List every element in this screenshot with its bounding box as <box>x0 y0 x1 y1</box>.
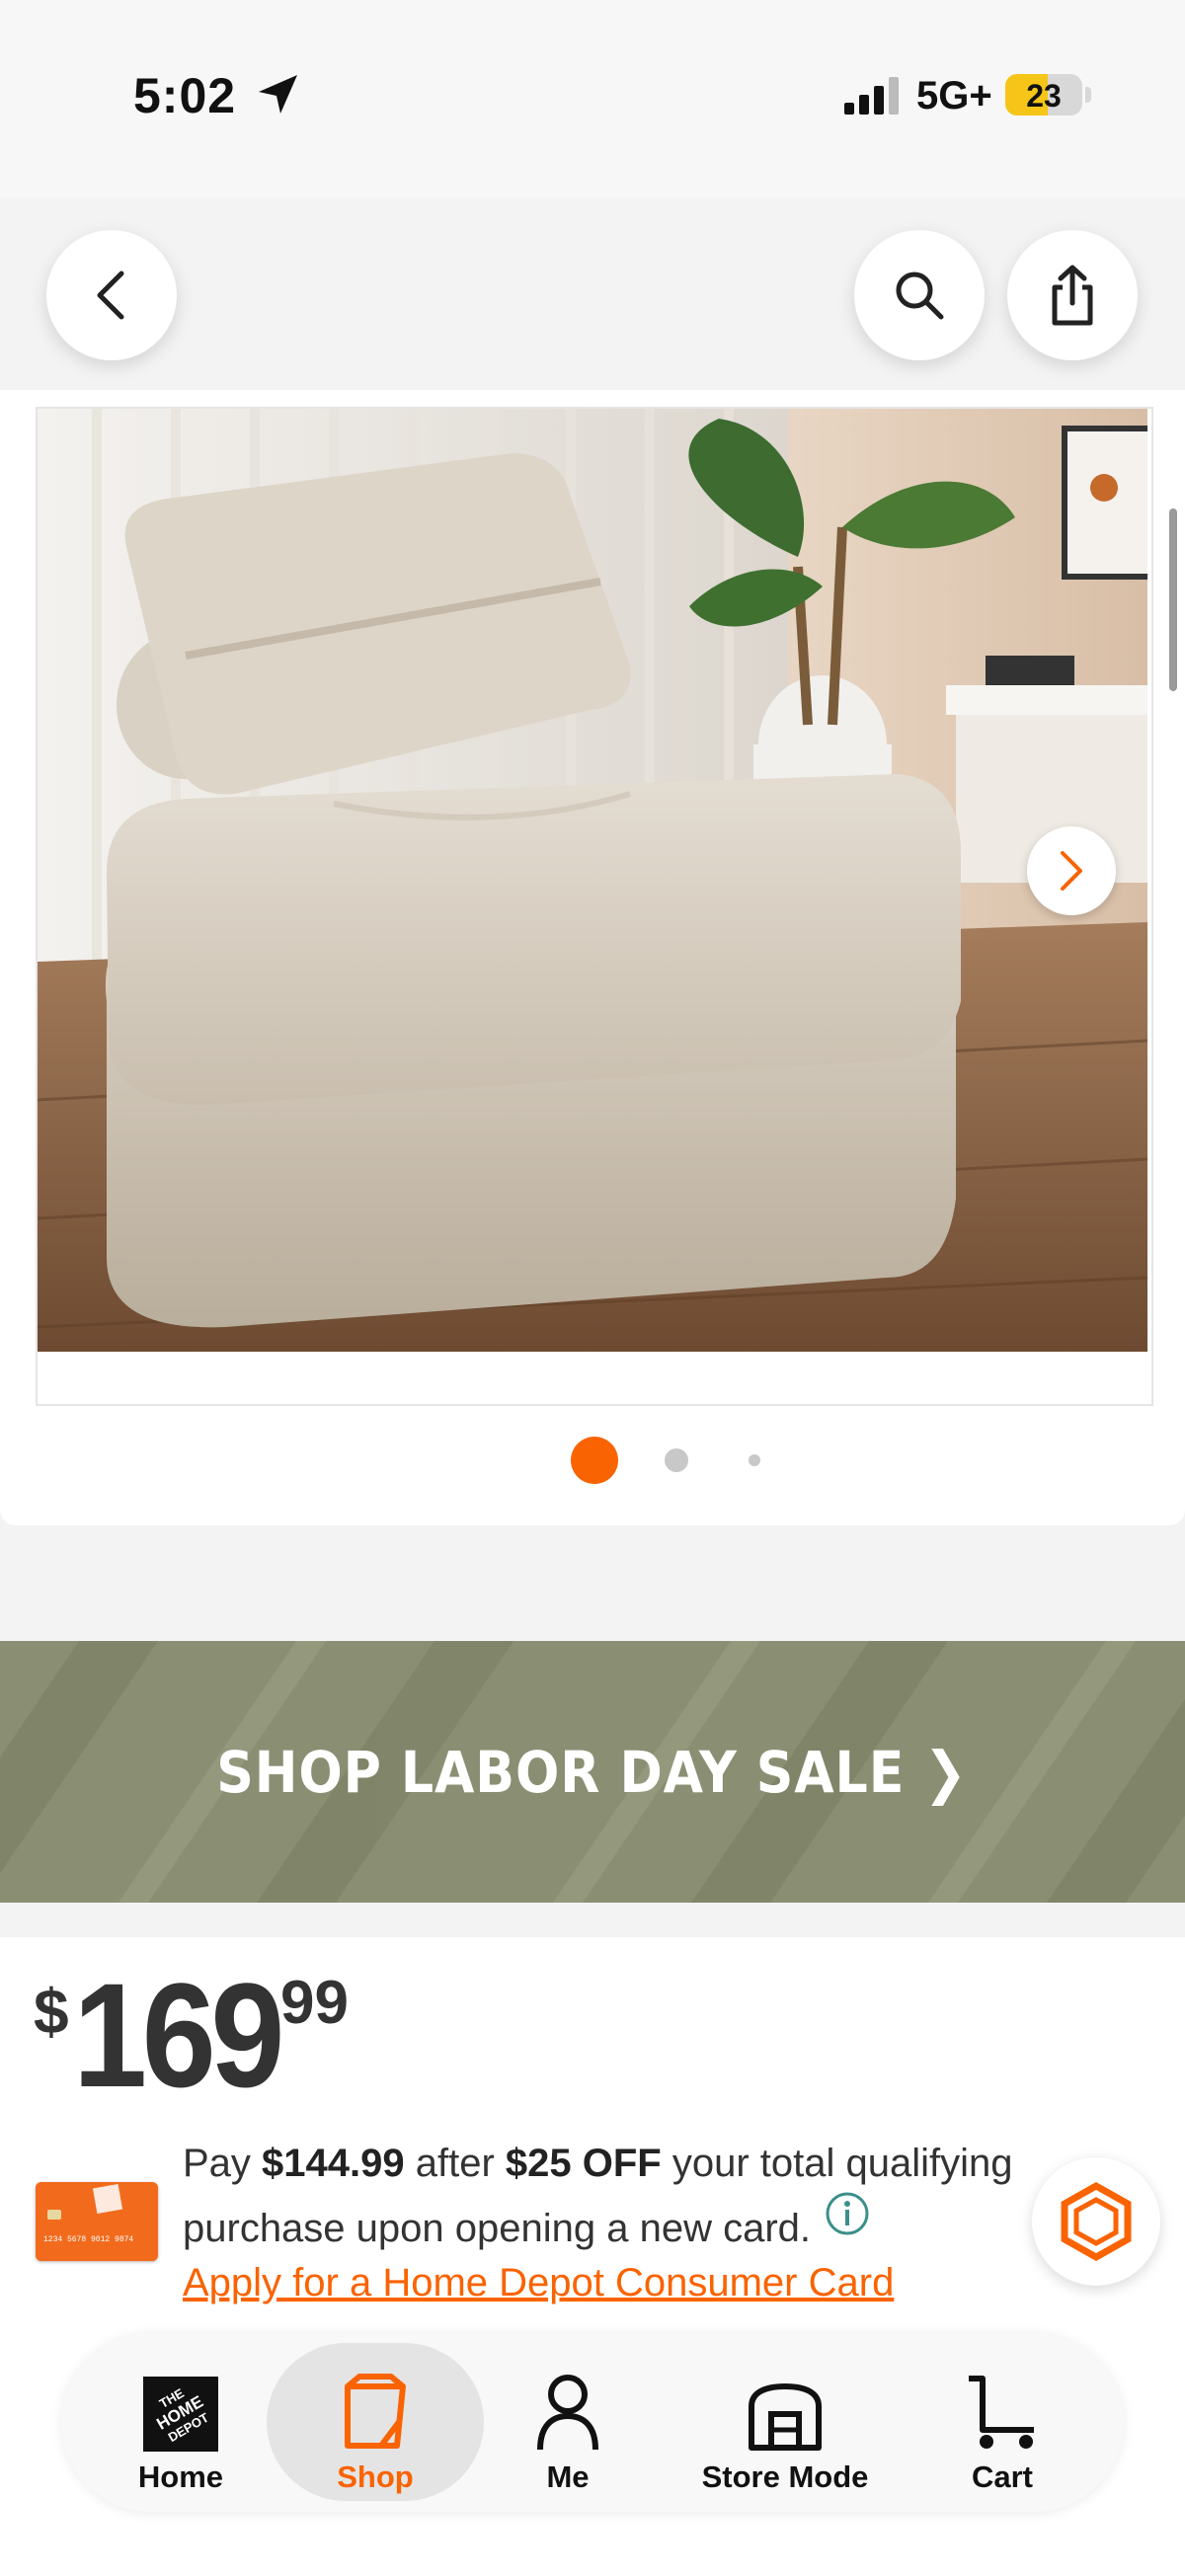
shop-bag-icon <box>345 2374 406 2449</box>
chevron-right-icon <box>1061 851 1082 891</box>
back-button[interactable] <box>46 230 177 360</box>
card-offer-text: Pay $144.99 after $25 OFF your total qua… <box>183 2131 1111 2261</box>
price-dollars: 169 <box>73 1952 284 2118</box>
network-type: 5G+ <box>916 74 992 117</box>
gallery-dot[interactable] <box>749 1454 760 1466</box>
tab-cart-label: Cart <box>971 2459 1033 2494</box>
share-icon <box>1052 265 1093 326</box>
gallery-dot[interactable] <box>665 1448 688 1472</box>
status-time: 5:02 <box>133 68 237 123</box>
product-image[interactable] <box>38 409 1147 1352</box>
gallery-next-button[interactable] <box>1027 826 1116 915</box>
labor-day-sale-banner[interactable]: SHOP LABOR DAY SALE ❯ <box>0 1641 1185 1903</box>
battery-icon: 23 <box>1005 74 1082 116</box>
tab-cart[interactable]: Cart <box>943 2343 1062 2501</box>
tab-home[interactable]: THE HOME DEPOT Home <box>117 2343 245 2501</box>
chat-assistant-button[interactable] <box>1032 2157 1160 2286</box>
location-arrow-icon <box>259 75 297 114</box>
scroll-indicator <box>1169 508 1177 691</box>
home-depot-logo-icon: THE HOME DEPOT <box>143 2377 218 2452</box>
tab-me[interactable]: Me <box>514 2343 622 2501</box>
tab-shop[interactable]: Shop <box>267 2343 484 2501</box>
search-button[interactable] <box>854 230 985 360</box>
credit-card-image: 1234 5678 9012 9874 <box>36 2182 158 2261</box>
offer-discount: $25 OFF <box>505 2142 662 2185</box>
hexagon-assistant-icon <box>1061 2182 1132 2261</box>
tab-me-label: Me <box>546 2459 590 2494</box>
price-cents: 99 <box>280 1969 349 2037</box>
signal-icon <box>844 77 899 115</box>
tab-store-mode[interactable]: Store Mode <box>681 2343 889 2501</box>
battery-level: 23 <box>1026 78 1062 114</box>
chevron-left-icon <box>97 271 124 320</box>
offer-after: after <box>404 2142 506 2185</box>
offer-pay-amount: $144.99 <box>262 2142 405 2185</box>
offer-pay-prefix: Pay <box>183 2142 263 2185</box>
person-icon <box>537 2375 598 2451</box>
apply-card-link[interactable]: Apply for a Home Depot Consumer Card <box>183 2261 894 2305</box>
banner-text: SHOP LABOR DAY SALE ❯ <box>216 1738 969 1806</box>
share-button[interactable] <box>1007 230 1138 360</box>
card-number: 1234 5678 9012 9874 <box>43 2235 133 2244</box>
battery-cap <box>1085 87 1091 103</box>
tab-shop-label: Shop <box>337 2459 414 2494</box>
search-icon <box>896 272 944 320</box>
tab-store-mode-label: Store Mode <box>701 2459 869 2494</box>
cart-icon <box>969 2376 1034 2449</box>
price-currency: $ <box>34 1976 69 2047</box>
store-icon <box>749 2383 822 2451</box>
tab-home-label: Home <box>137 2459 224 2494</box>
info-icon[interactable] <box>825 2191 870 2256</box>
gallery-dot-active[interactable] <box>571 1437 618 1484</box>
